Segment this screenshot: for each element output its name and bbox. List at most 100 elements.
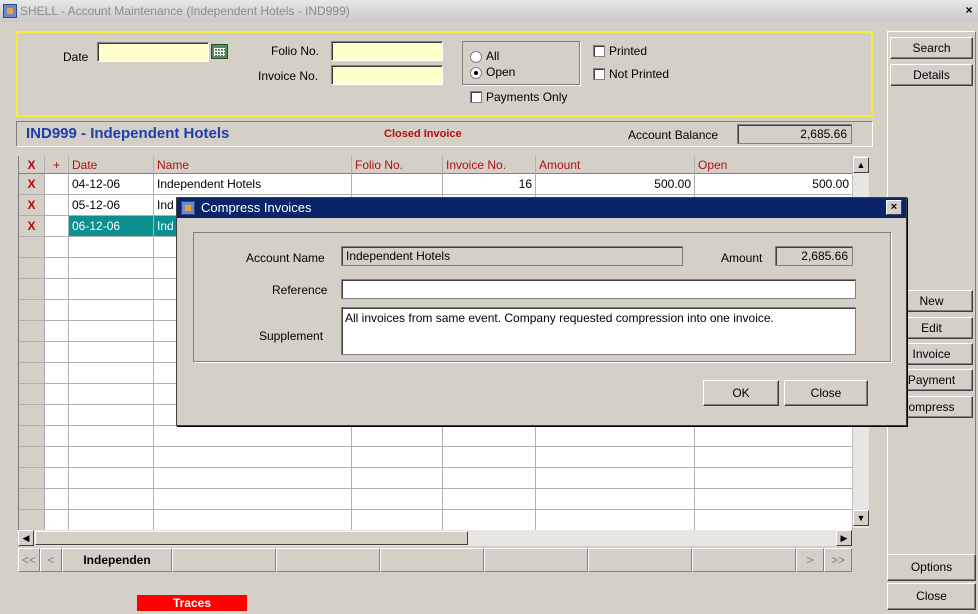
row-indicator[interactable] — [45, 258, 69, 279]
empty-cell[interactable] — [536, 468, 695, 489]
row-marker-empty[interactable] — [19, 447, 45, 468]
empty-cell[interactable] — [69, 279, 154, 300]
empty-cell[interactable] — [352, 468, 443, 489]
row-marker-empty[interactable] — [19, 489, 45, 510]
column-header-date[interactable]: Date — [69, 156, 154, 174]
row-indicator[interactable] — [45, 195, 69, 216]
cell-date[interactable]: 06-12-06 — [69, 216, 154, 237]
cell-invoice[interactable]: 16 — [443, 174, 536, 195]
empty-cell[interactable] — [69, 300, 154, 321]
column-header-invoice[interactable]: Invoice No. — [443, 156, 536, 174]
empty-cell[interactable] — [69, 468, 154, 489]
tab-empty[interactable] — [380, 548, 484, 572]
calendar-icon[interactable] — [211, 44, 228, 59]
not-printed-checkbox[interactable] — [593, 68, 605, 80]
row-marker-empty[interactable] — [19, 258, 45, 279]
reference-input[interactable] — [341, 279, 856, 299]
dialog-close-icon[interactable]: × — [886, 200, 902, 215]
empty-cell[interactable] — [443, 510, 536, 531]
scroll-up-icon[interactable]: ▲ — [853, 157, 869, 173]
empty-cell[interactable] — [443, 447, 536, 468]
empty-cell[interactable] — [69, 426, 154, 447]
tab-empty[interactable] — [276, 548, 380, 572]
traces-button[interactable]: Traces — [137, 595, 247, 611]
row-marker-empty[interactable] — [19, 279, 45, 300]
cell-folio[interactable] — [352, 174, 443, 195]
empty-cell[interactable] — [695, 426, 853, 447]
column-header-open[interactable]: Open — [695, 156, 853, 174]
cell-date[interactable]: 04-12-06 — [69, 174, 154, 195]
row-marker-empty[interactable] — [19, 384, 45, 405]
tab-prev-button[interactable]: < — [40, 548, 62, 572]
cell-date[interactable]: 05-12-06 — [69, 195, 154, 216]
row-indicator[interactable] — [45, 216, 69, 237]
tab-empty[interactable] — [172, 548, 276, 572]
empty-cell[interactable] — [154, 426, 352, 447]
empty-cell[interactable] — [69, 384, 154, 405]
row-indicator[interactable] — [45, 174, 69, 195]
grid-horizontal-scrollbar[interactable]: ◀ ▶ — [18, 530, 852, 546]
window-close-icon[interactable]: × — [962, 4, 976, 18]
cell-open[interactable]: 500.00 — [695, 174, 853, 195]
row-marker-empty[interactable] — [19, 510, 45, 531]
row-marker-x[interactable]: X — [19, 174, 45, 195]
empty-cell[interactable] — [352, 510, 443, 531]
row-indicator[interactable] — [45, 489, 69, 510]
row-indicator[interactable] — [45, 510, 69, 531]
empty-cell[interactable] — [154, 489, 352, 510]
column-header-amount[interactable]: Amount — [536, 156, 695, 174]
row-indicator[interactable] — [45, 237, 69, 258]
row-marker-empty[interactable] — [19, 426, 45, 447]
empty-cell[interactable] — [69, 342, 154, 363]
close-button[interactable]: Close — [887, 583, 976, 610]
empty-cell[interactable] — [154, 468, 352, 489]
options-button[interactable]: Options — [887, 554, 976, 581]
empty-cell[interactable] — [69, 237, 154, 258]
scroll-down-icon[interactable]: ▼ — [853, 510, 869, 526]
scroll-left-icon[interactable]: ◀ — [18, 530, 34, 546]
column-header-name[interactable]: Name — [154, 156, 352, 174]
radio-open[interactable] — [470, 67, 482, 79]
row-indicator[interactable] — [45, 447, 69, 468]
empty-cell[interactable] — [69, 258, 154, 279]
row-indicator[interactable] — [45, 279, 69, 300]
row-marker-empty[interactable] — [19, 342, 45, 363]
date-input[interactable] — [97, 42, 209, 62]
empty-cell[interactable] — [536, 510, 695, 531]
empty-cell[interactable] — [536, 447, 695, 468]
row-indicator[interactable] — [45, 300, 69, 321]
row-marker-x[interactable]: X — [19, 216, 45, 237]
row-marker-empty[interactable] — [19, 237, 45, 258]
tab-empty[interactable] — [692, 548, 796, 572]
row-marker-empty[interactable] — [19, 363, 45, 384]
empty-cell[interactable] — [69, 510, 154, 531]
cell-name[interactable]: Independent Hotels — [154, 174, 352, 195]
row-indicator[interactable] — [45, 426, 69, 447]
tab-empty[interactable] — [588, 548, 692, 572]
empty-cell[interactable] — [352, 447, 443, 468]
empty-cell[interactable] — [443, 426, 536, 447]
column-header-folio[interactable]: Folio No. — [352, 156, 443, 174]
header-sort-icon[interactable]: + — [45, 156, 69, 174]
empty-cell[interactable] — [154, 510, 352, 531]
row-indicator[interactable] — [45, 384, 69, 405]
tab-last-button[interactable]: >> — [824, 548, 852, 572]
row-marker-empty[interactable] — [19, 300, 45, 321]
empty-cell[interactable] — [536, 489, 695, 510]
empty-cell[interactable] — [154, 447, 352, 468]
row-marker-x[interactable]: X — [19, 195, 45, 216]
tab-next-button[interactable]: > — [796, 548, 824, 572]
printed-checkbox[interactable] — [593, 45, 605, 57]
row-indicator[interactable] — [45, 363, 69, 384]
empty-cell[interactable] — [352, 489, 443, 510]
empty-cell[interactable] — [695, 447, 853, 468]
empty-cell[interactable] — [69, 363, 154, 384]
cell-amount[interactable]: 500.00 — [536, 174, 695, 195]
empty-cell[interactable] — [69, 405, 154, 426]
empty-cell[interactable] — [695, 489, 853, 510]
row-marker-empty[interactable] — [19, 321, 45, 342]
row-indicator[interactable] — [45, 468, 69, 489]
tab-active[interactable]: Independen — [62, 548, 172, 572]
tab-first-button[interactable]: << — [18, 548, 40, 572]
scroll-right-icon[interactable]: ▶ — [836, 530, 852, 546]
